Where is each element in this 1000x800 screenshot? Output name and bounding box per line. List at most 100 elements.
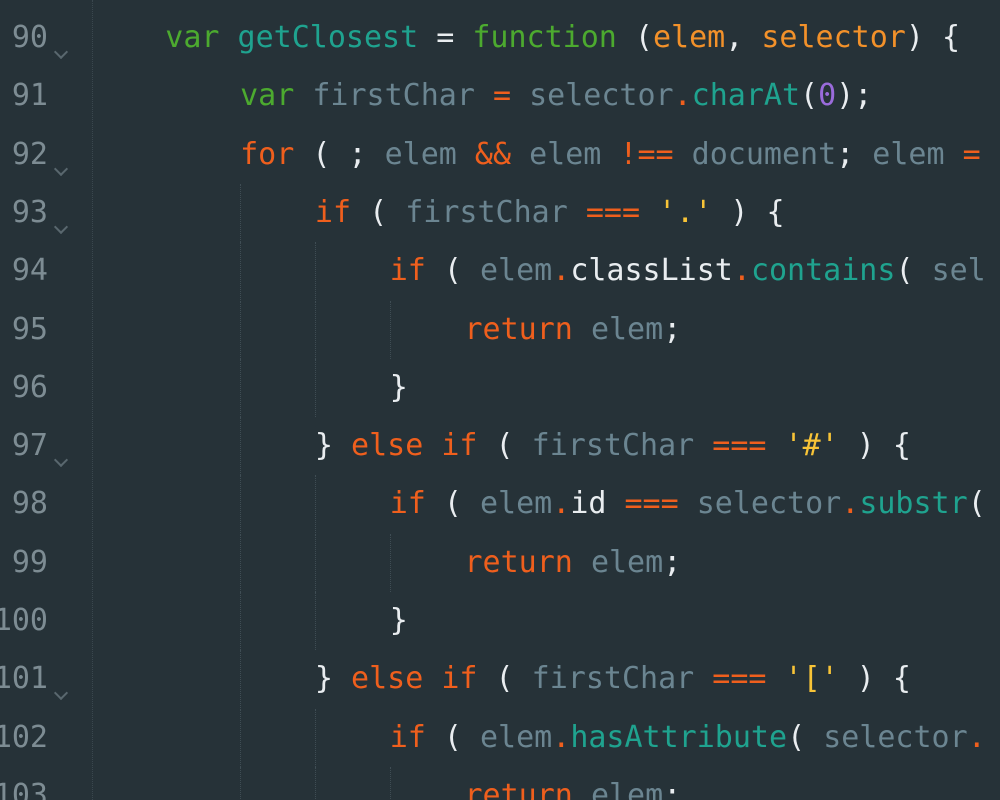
code-line[interactable]: 93 if ( firstChar === '.' ) { <box>0 183 1000 242</box>
code-token: if <box>389 486 426 522</box>
code-token: . <box>732 253 751 289</box>
code-token: 0 <box>818 78 837 114</box>
indent-guide <box>389 533 391 592</box>
code-text: if ( elem.hasAttribute( selector. <box>390 709 986 767</box>
code-token: else <box>351 428 424 464</box>
code-token: . <box>841 486 860 522</box>
code-token: firstChar <box>312 78 475 114</box>
code-text: } <box>390 592 408 650</box>
indent-guide <box>314 708 316 767</box>
code-line[interactable]: 94 if ( elem.classList.contains( sel <box>0 242 1000 301</box>
code-token: classList <box>570 253 733 289</box>
code-token: ( <box>425 719 480 755</box>
code-token: ; <box>663 544 682 580</box>
code-token: ( <box>787 719 824 755</box>
code-token: elem <box>384 136 457 172</box>
code-text: for ( ; elem && elem !== document; elem … <box>240 126 981 184</box>
code-token: ( <box>425 253 480 289</box>
code-token: if <box>441 428 478 464</box>
line-number: 93 <box>11 194 48 230</box>
code-line[interactable]: 92 for ( ; elem && elem !== document; ele… <box>0 126 1000 184</box>
code-token: ) { <box>838 661 911 697</box>
code-text: return elem; <box>465 534 682 592</box>
line-number: 102 <box>0 719 48 755</box>
line-number: 95 <box>11 311 48 347</box>
line-number: 94 <box>11 253 48 289</box>
code-token: '.' <box>658 194 713 230</box>
line-number: 100 <box>0 603 48 638</box>
indent-guide <box>314 300 316 359</box>
code-token: if <box>389 253 426 289</box>
code-token: substr <box>859 486 968 522</box>
indent-guide <box>240 766 242 800</box>
code-token: return <box>464 777 573 800</box>
line-number: 101 <box>0 661 48 697</box>
indent-guide <box>389 766 391 800</box>
code-token: !== <box>601 136 692 172</box>
code-token: . <box>967 719 986 755</box>
code-token: elem <box>529 136 602 172</box>
code-token: ; <box>836 136 873 172</box>
code-token: elem <box>590 544 664 580</box>
code-token: sel <box>931 253 986 289</box>
code-token: && <box>456 136 530 172</box>
code-token: = <box>474 78 530 114</box>
fold-chevron-icon[interactable] <box>53 453 69 468</box>
code-token: ( <box>967 486 986 522</box>
line-number: 103 <box>0 777 48 800</box>
code-line[interactable]: 91 var firstChar = selector.charAt(0); <box>0 67 1000 125</box>
code-text: } else if ( firstChar === '#' ) { <box>315 417 911 475</box>
line-number: 98 <box>11 486 48 522</box>
line-number: 92 <box>11 136 48 172</box>
code-token: else <box>351 661 424 697</box>
code-text: if ( firstChar === '.' ) { <box>315 184 785 242</box>
code-text: var firstChar = selector.charAt(0); <box>240 67 872 125</box>
code-token: elem <box>590 311 664 347</box>
code-line[interactable]: 95 return elem; <box>0 300 1000 359</box>
code-token: if <box>441 661 478 697</box>
code-token: . <box>673 78 692 114</box>
code-token: firstChar <box>531 661 695 697</box>
code-line[interactable]: 96} <box>0 358 1000 417</box>
fold-chevron-icon[interactable] <box>53 44 69 60</box>
code-token: if <box>389 719 426 755</box>
code-token: ; <box>663 311 682 347</box>
code-line[interactable]: 102 if ( elem.hasAttribute( selector. <box>0 708 1000 767</box>
indent-guide <box>240 358 242 417</box>
code-token: selector <box>761 20 906 55</box>
indent-guide <box>240 533 242 592</box>
code-token: var <box>240 78 295 114</box>
code-token: ) { <box>905 20 961 55</box>
code-editor[interactable]: 90 var getClosest = function (elem, selec… <box>0 0 1000 800</box>
code-token: ( <box>477 661 532 697</box>
code-line[interactable]: 103 return elem; <box>0 766 1000 800</box>
code-line[interactable]: 97} else if ( firstChar === '#' ) { <box>0 417 1000 476</box>
code-line[interactable]: 90 var getClosest = function (elem, selec… <box>0 9 1000 67</box>
code-token: charAt <box>691 78 801 114</box>
code-token: return <box>464 544 573 580</box>
indent-guide <box>314 358 316 417</box>
indent-guide <box>314 766 316 800</box>
code-line[interactable]: 99 return elem; <box>0 533 1000 592</box>
code-line[interactable]: 101 } else if ( firstChar === '[' ) { <box>0 650 1000 709</box>
fold-chevron-icon[interactable] <box>53 219 69 234</box>
code-token: contains <box>750 253 896 289</box>
code-token: === <box>694 661 785 697</box>
code-token: elem <box>480 719 553 755</box>
code-token: elem <box>480 253 553 289</box>
code-token: var <box>165 20 220 55</box>
code-line[interactable]: 98 if ( elem.id === selector.substr( <box>0 475 1000 534</box>
code-token: getClosest <box>237 20 419 55</box>
code-line[interactable]: 100} <box>0 592 1000 650</box>
fold-chevron-icon[interactable] <box>53 161 69 176</box>
fold-chevron-icon[interactable] <box>53 686 69 701</box>
indent-guide <box>314 242 316 301</box>
code-token: firstChar <box>405 194 568 230</box>
indent-guide <box>240 708 242 767</box>
code-token: firstChar <box>531 428 695 464</box>
code-text: } else if ( firstChar === '[' ) { <box>315 650 911 708</box>
